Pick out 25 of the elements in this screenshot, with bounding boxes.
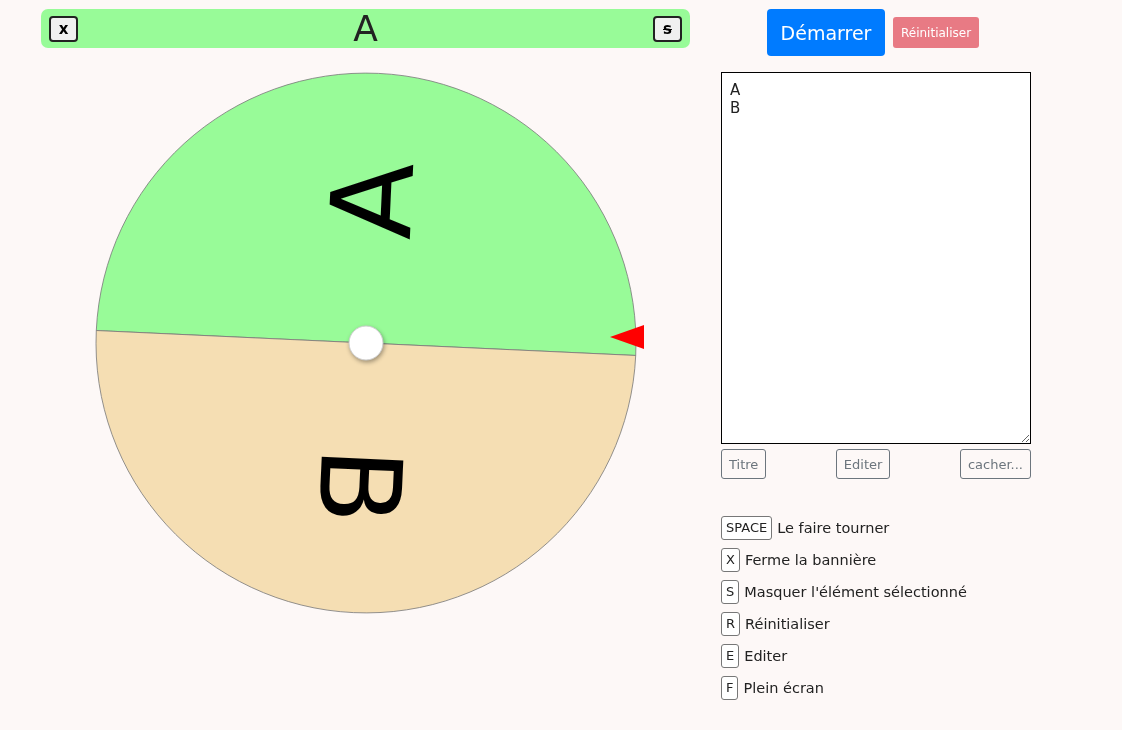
entry-button[interactable]: cacher... xyxy=(959,449,1031,479)
reset-button[interactable]: Réinitialiser xyxy=(893,17,980,48)
entry-button[interactable]: Editer xyxy=(835,449,891,479)
keyboard-key: SPACE xyxy=(721,516,773,540)
shortcut-label: Masquer l'élément sélectionné xyxy=(744,584,967,600)
entries-field[interactable]: A B xyxy=(721,72,1031,444)
banner-title: A xyxy=(353,8,378,49)
keyboard-key: S xyxy=(721,580,740,604)
start-button[interactable]: Démarrer xyxy=(767,9,885,56)
keyboard-key: E xyxy=(721,644,740,668)
keyboard-key: X xyxy=(721,548,740,572)
entry-button[interactable]: Titre xyxy=(721,449,767,479)
pointer-icon xyxy=(610,325,644,349)
keyboard-key: R xyxy=(721,612,741,636)
shortcut-label: Ferme la bannière xyxy=(744,552,877,568)
shortcut-label: Réinitialiser xyxy=(745,616,830,632)
wheel-hub xyxy=(348,325,384,361)
shortcut-label: Editer xyxy=(744,648,788,664)
shortcut-label: Le faire tourner xyxy=(777,520,890,536)
keyboard-key: F xyxy=(721,676,739,700)
close-banner-button[interactable]: x xyxy=(49,15,78,42)
segment-label: A xyxy=(305,158,440,242)
segment-label: B xyxy=(292,444,427,528)
hide-item-button[interactable]: s xyxy=(653,15,682,42)
shortcut-label: Plein écran xyxy=(743,680,824,696)
